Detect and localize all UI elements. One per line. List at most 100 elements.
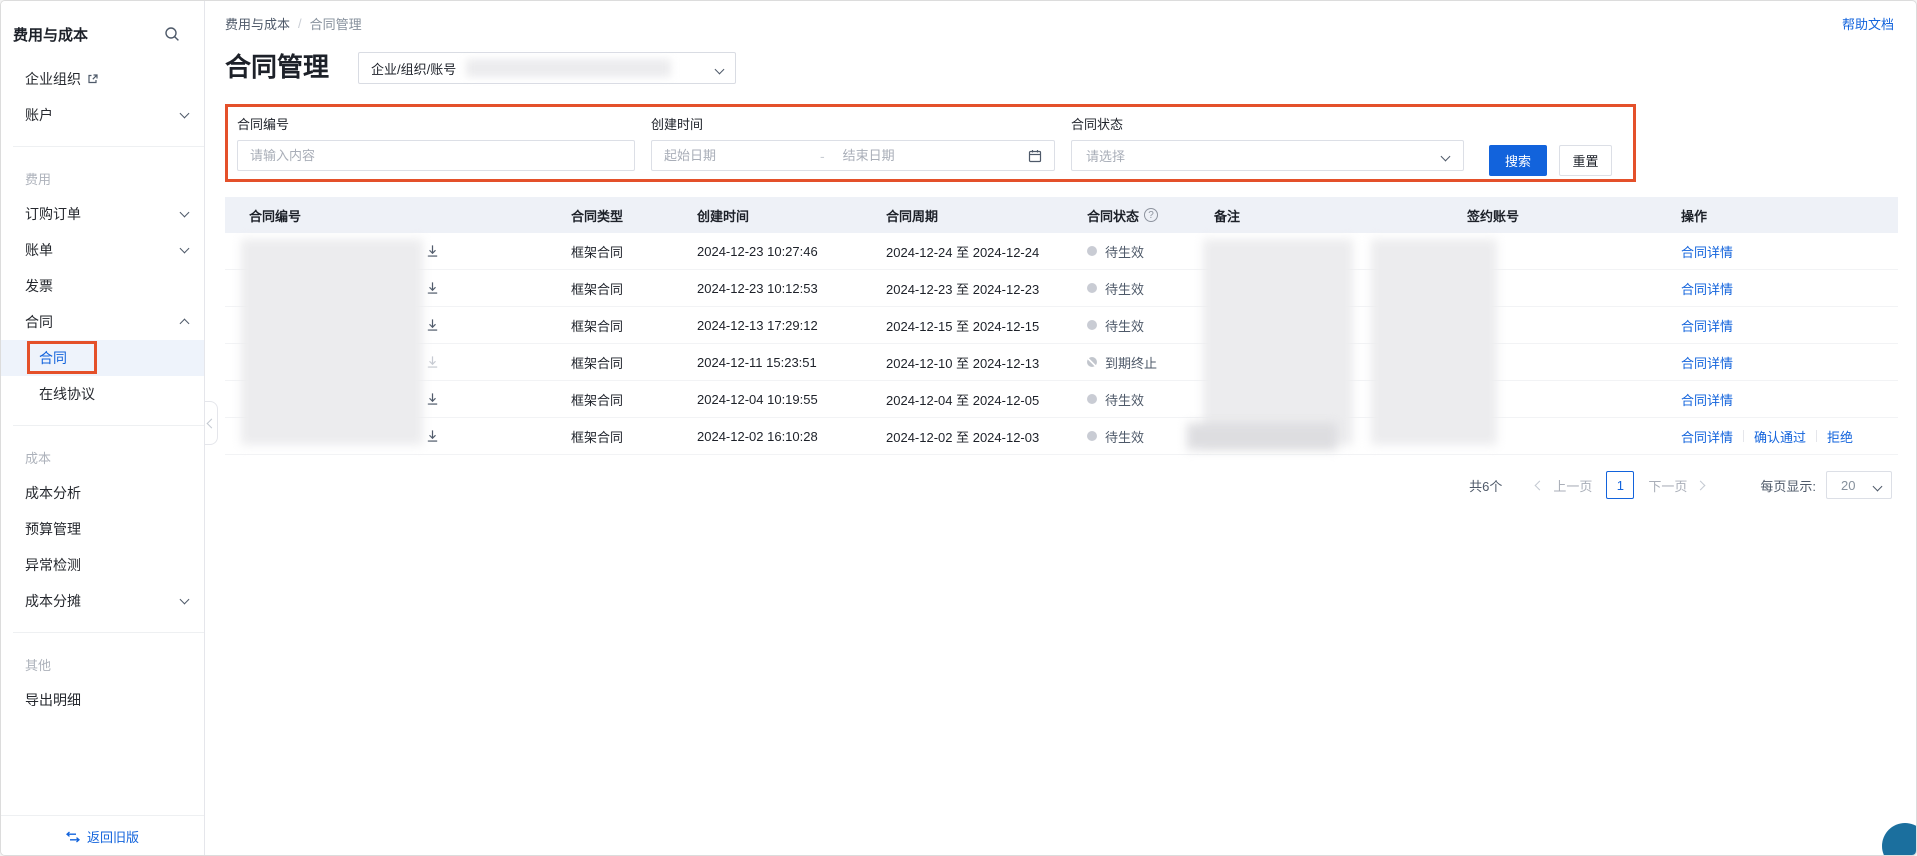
sidebar-divider [13, 632, 204, 633]
status-select-placeholder: 请选择 [1086, 149, 1126, 164]
page-size-select[interactable]: 20 [1826, 471, 1892, 499]
contract-detail-link[interactable]: 合同详情 [1681, 390, 1733, 409]
download-icon[interactable] [425, 318, 440, 333]
pagination: 共6个 上一页 1 下一页 每页显示: 20 [1469, 469, 1892, 501]
sidebar-item-cost-allocation[interactable]: 成本分摊 [1, 583, 204, 619]
next-page-button[interactable]: 下一页 [1648, 476, 1687, 495]
sidebar-item-online-agreement[interactable]: 在线协议 [1, 376, 204, 412]
help-circle-icon[interactable]: ? [1144, 208, 1159, 222]
sidebar-item-bills[interactable]: 账单 [1, 232, 204, 268]
contract-detail-link[interactable]: 合同详情 [1681, 316, 1733, 335]
sidebar-nav: 企业组织 账户 费用 订购订单 账单 发票 合同 合同 在线协议 成本 成本分析… [1, 61, 204, 718]
calendar-icon [1028, 149, 1042, 163]
contract-detail-link[interactable]: 合同详情 [1681, 242, 1733, 261]
column-header-contract-no: 合同编号 [249, 208, 302, 224]
sidebar-item-anomaly-detection[interactable]: 异常检测 [1, 547, 204, 583]
contract-status-select[interactable]: 请选择 [1071, 140, 1464, 171]
filter-contract-status: 合同状态 请选择 [1071, 114, 1464, 171]
column-header-signing-account: 签约账号 [1467, 208, 1520, 224]
breadcrumb-root[interactable]: 费用与成本 [225, 14, 290, 33]
created-time-cell: 2024-12-04 10:19:55 [697, 391, 818, 407]
account-scope-select[interactable]: 企业/组织/账号 [358, 52, 736, 84]
created-time-cell: 2024-12-11 15:23:51 [697, 354, 817, 370]
action-divider [1743, 430, 1745, 442]
contract-detail-link[interactable]: 合同详情 [1681, 427, 1733, 446]
action-divider [1816, 430, 1818, 442]
contract-type-cell: 框架合同 [571, 355, 624, 371]
filter-created-time: 创建时间 - [651, 114, 1055, 171]
sidebar-collapse-handle[interactable] [205, 401, 218, 445]
status-cell: 待生效 [1063, 279, 1190, 298]
period-cell: 2024-12-04 至 2024-12-05 [886, 392, 1040, 408]
redacted-remarks [1203, 239, 1353, 445]
back-to-old-version-link[interactable]: 返回旧版 [1, 815, 204, 855]
current-page-number[interactable]: 1 [1606, 471, 1635, 499]
created-time-label: 创建时间 [651, 117, 704, 132]
chevron-down-icon [714, 64, 725, 74]
filter-panel: 合同编号 创建时间 - 合同状态 请选择 搜索 重置 [225, 104, 1636, 182]
status-dot-icon [1087, 246, 1097, 256]
download-icon[interactable] [425, 244, 440, 259]
end-date-input[interactable] [842, 148, 993, 163]
sidebar-item-account[interactable]: 账户 [1, 97, 204, 133]
column-header-remark: 备注 [1214, 208, 1241, 224]
floating-assistant-button[interactable] [1882, 823, 1916, 855]
start-date-input[interactable] [664, 148, 814, 163]
page-size-value: 20 [1841, 477, 1856, 493]
redacted-account-value [466, 59, 672, 77]
help-doc-link[interactable]: 帮助文档 [1842, 14, 1894, 33]
chevron-left-icon [206, 418, 216, 428]
chevron-up-icon [179, 318, 190, 329]
sidebar-item-export-details[interactable]: 导出明细 [1, 682, 204, 718]
table-row: 框架合同 2024-12-04 10:19:55 2024-12-04 至 20… [225, 381, 1898, 418]
reject-link[interactable]: 拒绝 [1827, 427, 1853, 446]
prev-page-button[interactable]: 上一页 [1553, 476, 1592, 495]
chevron-down-icon [1440, 151, 1451, 162]
sidebar-item-enterprise-org[interactable]: 企业组织 [1, 61, 204, 97]
status-cell: 待生效 [1063, 390, 1190, 409]
search-button[interactable]: 搜索 [1489, 145, 1547, 176]
external-link-icon [87, 73, 99, 85]
download-icon[interactable] [425, 392, 440, 407]
contract-detail-link[interactable]: 合同详情 [1681, 353, 1733, 372]
filter-contract-no: 合同编号 [237, 114, 635, 171]
sidebar-title: 费用与成本 [13, 26, 89, 44]
chevron-down-icon [179, 594, 190, 605]
sidebar-item-cost-analysis[interactable]: 成本分析 [1, 475, 204, 511]
status-cell: 待生效 [1063, 242, 1190, 261]
created-time-cell: 2024-12-23 10:12:53 [697, 280, 818, 296]
chevron-left-icon[interactable] [1534, 480, 1545, 490]
sidebar-divider [13, 425, 204, 426]
column-header-contract-type: 合同类型 [571, 208, 624, 224]
contract-no-input[interactable] [237, 140, 635, 171]
download-icon[interactable] [425, 429, 440, 444]
sidebar-item-contract[interactable]: 合同 [1, 340, 204, 376]
breadcrumb-current: 合同管理 [309, 17, 362, 32]
created-time-cell: 2024-12-02 16:10:28 [697, 428, 818, 444]
sidebar-section-expense: 费用 [25, 171, 52, 187]
reset-button[interactable]: 重置 [1559, 145, 1612, 176]
date-range-picker[interactable]: - [651, 140, 1055, 171]
table-header-row: 合同编号 合同类型 创建时间 合同周期 合同状态 ? 备注 签约账号 操作 [225, 197, 1898, 233]
sidebar-item-invoice[interactable]: 发票 [1, 268, 204, 304]
contract-type-cell: 框架合同 [571, 281, 624, 297]
sidebar-item-contract-group[interactable]: 合同 [1, 304, 204, 340]
contract-detail-link[interactable]: 合同详情 [1681, 279, 1733, 298]
sidebar-item-purchase-orders[interactable]: 订购订单 [1, 196, 204, 232]
status-dot-icon [1087, 394, 1097, 404]
confirm-approve-link[interactable]: 确认通过 [1754, 427, 1806, 446]
chevron-right-icon[interactable] [1695, 480, 1706, 490]
contract-no-label: 合同编号 [237, 117, 290, 132]
period-cell: 2024-12-10 至 2024-12-13 [886, 355, 1040, 371]
sidebar-item-budget-management[interactable]: 预算管理 [1, 511, 204, 547]
period-cell: 2024-12-23 至 2024-12-23 [886, 281, 1040, 297]
contract-type-cell: 框架合同 [571, 244, 624, 260]
date-range-separator: - [820, 147, 825, 164]
status-cell: 待生效 [1063, 316, 1190, 335]
search-icon[interactable] [164, 26, 180, 42]
download-icon[interactable] [425, 281, 440, 296]
created-time-cell: 2024-12-13 17:29:12 [697, 317, 818, 333]
column-header-status: 合同状态 ? [1063, 206, 1190, 225]
status-cell: 到期终止 [1063, 353, 1190, 372]
status-dot-icon [1087, 320, 1097, 330]
